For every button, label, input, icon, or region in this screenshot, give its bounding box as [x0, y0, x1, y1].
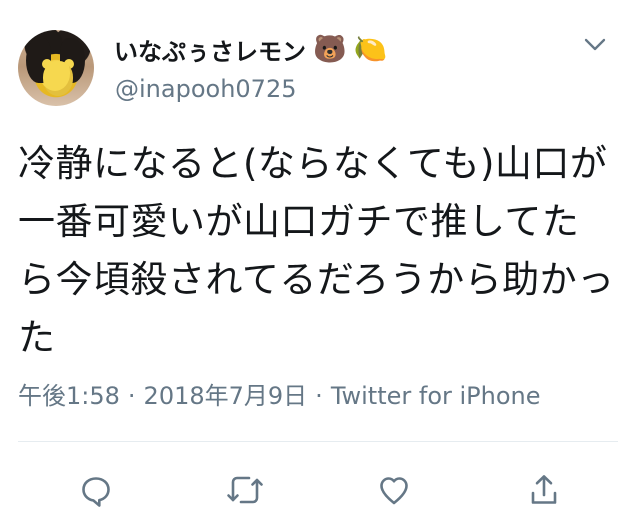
tweet-date[interactable]: 2018年7月9日 [144, 382, 308, 410]
bear-emoji: 🐻 [313, 33, 347, 65]
divider [18, 441, 618, 442]
lemon-emoji: 🍋 [353, 33, 388, 65]
tweet-card: いなぷぅさレモン 🐻 🍋 @inapooh0725 冷静になると(ならなくても)… [0, 0, 629, 529]
tweet-actions [0, 466, 629, 514]
share-icon [524, 470, 564, 510]
heart-icon [374, 470, 414, 510]
tweet-header: いなぷぅさレモン 🐻 🍋 @inapooh0725 [18, 30, 618, 106]
reply-button[interactable] [72, 466, 120, 514]
tweet-metadata: 午後1:58 · 2018年7月9日 · Twitter for iPhone [18, 376, 541, 411]
user-handle[interactable]: @inapooh0725 [115, 75, 296, 103]
user-name-row[interactable]: いなぷぅさレモン 🐻 🍋 [114, 32, 388, 66]
avatar-plush [43, 61, 73, 96]
tweet-time[interactable]: 午後1:58 [18, 382, 120, 410]
avatar[interactable] [18, 30, 94, 106]
metadata-separator: · [315, 382, 323, 410]
retweet-button[interactable] [221, 466, 269, 514]
display-name[interactable]: いなぷぅさレモン [114, 38, 306, 66]
reply-icon [76, 470, 116, 510]
metadata-separator: · [127, 382, 136, 410]
like-button[interactable] [370, 466, 418, 514]
share-button[interactable] [520, 466, 568, 514]
tweet-source[interactable]: Twitter for iPhone [331, 382, 541, 410]
retweet-icon [224, 470, 266, 510]
tweet-text: 冷静になると(ならなくても)山口が一番可愛いが山口ガチで推してたら今頃殺されてる… [18, 142, 615, 359]
chevron-down-icon[interactable] [581, 34, 609, 56]
